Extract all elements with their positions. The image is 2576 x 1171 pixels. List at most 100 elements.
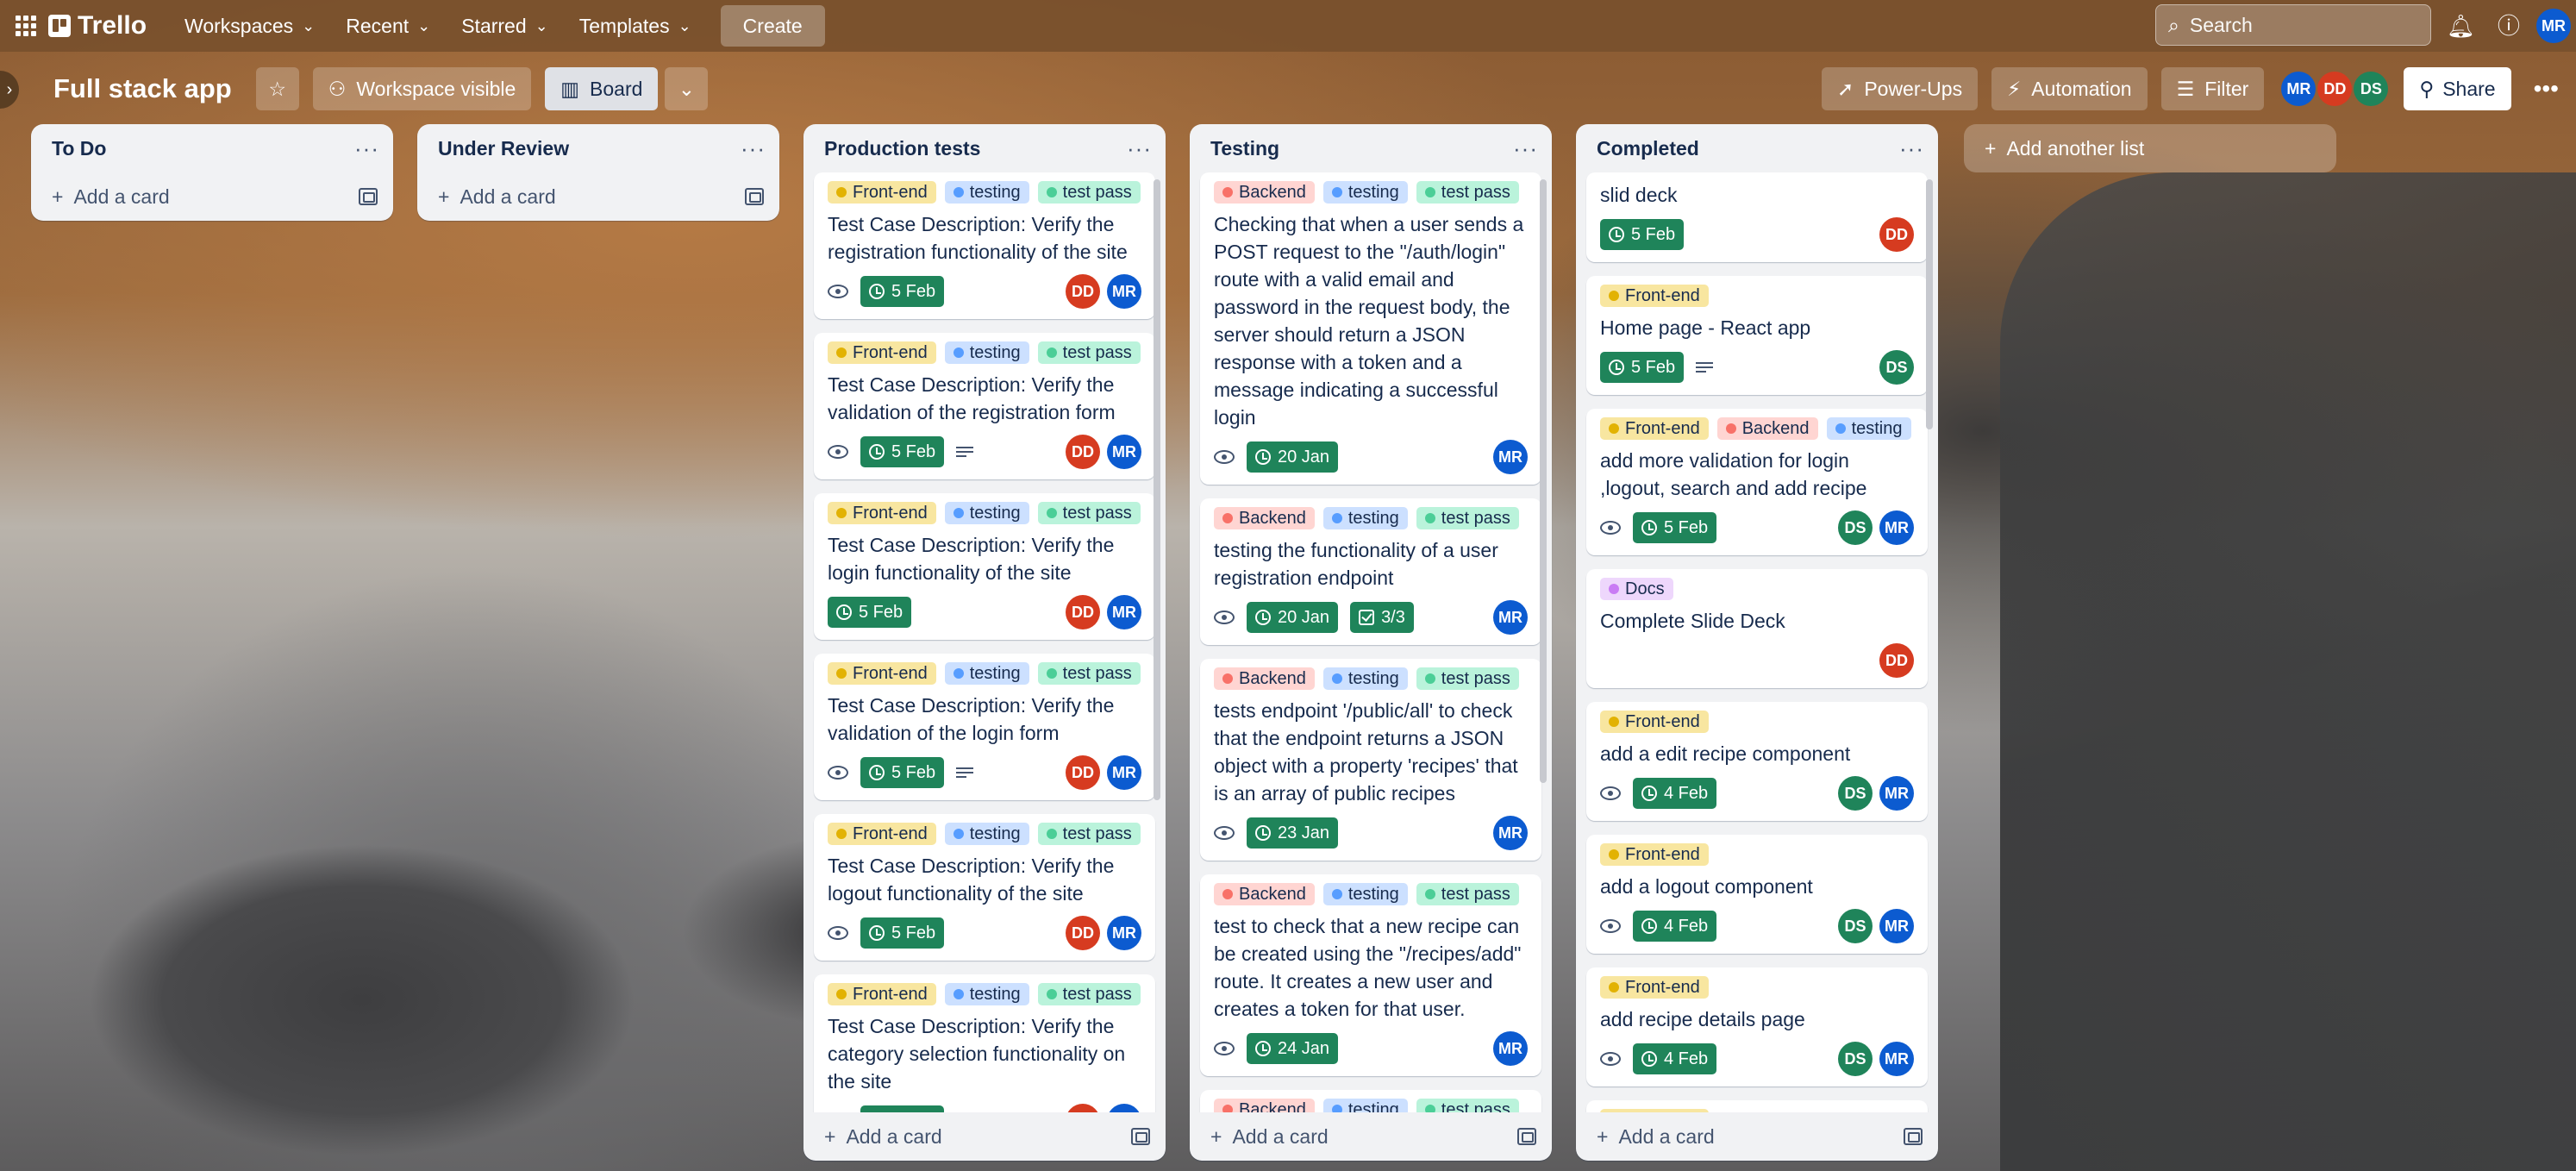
due-date-badge[interactable]: 5 Feb bbox=[1633, 512, 1717, 543]
share-button[interactable]: ⚲ Share bbox=[2404, 67, 2511, 110]
member-avatar[interactable]: MR bbox=[1493, 600, 1528, 635]
card[interactable]: Backend testing test pass Checking that whe… bbox=[1200, 172, 1541, 485]
card[interactable]: Docs Complete Slide Deck DD bbox=[1586, 569, 1928, 688]
member-avatar[interactable]: MR bbox=[1493, 816, 1528, 850]
card-label[interactable]: test pass bbox=[1416, 1099, 1519, 1112]
member-avatar[interactable]: MR bbox=[1107, 595, 1141, 629]
card-label[interactable]: Front-end bbox=[1600, 285, 1709, 307]
member-avatar[interactable]: DD bbox=[1066, 1104, 1100, 1112]
card-label[interactable]: Backend bbox=[1214, 181, 1315, 204]
member-avatar[interactable]: DD bbox=[1066, 595, 1100, 629]
list-title[interactable]: Under Review bbox=[438, 137, 569, 160]
help-icon[interactable]: ⓘ bbox=[2495, 12, 2523, 40]
card-label[interactable]: test pass bbox=[1037, 181, 1141, 204]
list-title[interactable]: To Do bbox=[52, 137, 106, 160]
views-dropdown-button[interactable]: ⌄ bbox=[665, 67, 709, 110]
list-menu-icon[interactable]: ··· bbox=[354, 135, 379, 162]
add-card-button[interactable]: + Add a card bbox=[438, 185, 556, 209]
card-label[interactable]: test pass bbox=[1037, 983, 1141, 1005]
card-label[interactable]: testing bbox=[1322, 181, 1408, 204]
card-label[interactable]: testing bbox=[944, 983, 1029, 1005]
member-avatar[interactable]: DD bbox=[1066, 274, 1100, 309]
member-avatar[interactable]: MR bbox=[1879, 1042, 1914, 1076]
add-card-button[interactable]: + Add a card bbox=[1597, 1125, 1715, 1149]
starred-menu[interactable]: Starred ⌄ bbox=[446, 7, 564, 45]
due-date-badge[interactable]: 4 Feb bbox=[1633, 1043, 1717, 1074]
due-date-badge[interactable]: 5 Feb bbox=[828, 597, 912, 628]
due-date-badge[interactable]: 24 Jan bbox=[1247, 1033, 1339, 1064]
due-date-badge[interactable]: 5 Feb bbox=[1600, 352, 1685, 383]
account-avatar[interactable]: MR bbox=[2536, 9, 2571, 43]
card-label[interactable]: test pass bbox=[1416, 883, 1519, 905]
due-date-badge[interactable]: 5 Feb bbox=[860, 276, 945, 307]
card-label[interactable]: Front-end bbox=[828, 502, 936, 524]
card-label[interactable]: Front-end bbox=[1600, 1109, 1709, 1112]
card[interactable]: Backend testing test pass test to check tha… bbox=[1200, 874, 1541, 1076]
card-label[interactable]: Backend bbox=[1214, 883, 1315, 905]
due-date-badge[interactable]: 23 Jan bbox=[1247, 817, 1339, 849]
card-label[interactable]: testing bbox=[944, 502, 1029, 524]
member-avatar[interactable]: MR bbox=[1879, 510, 1914, 545]
card[interactable]: Front-end testing test pass Test Case Descr… bbox=[814, 172, 1155, 319]
list-menu-icon[interactable]: ··· bbox=[1513, 135, 1538, 162]
card-label[interactable]: Front-end bbox=[828, 341, 936, 364]
card-label[interactable]: testing bbox=[944, 341, 1029, 364]
card-label[interactable]: test pass bbox=[1416, 181, 1519, 204]
member-avatar[interactable]: MR bbox=[1493, 440, 1528, 474]
add-another-list-button[interactable]: + Add another list bbox=[1964, 124, 2336, 172]
card-label[interactable]: Backend bbox=[1214, 667, 1315, 690]
card-label[interactable]: testing bbox=[1826, 417, 1911, 440]
card-label[interactable]: testing bbox=[1322, 883, 1408, 905]
member-avatar[interactable]: DS bbox=[1838, 909, 1873, 943]
card-label[interactable]: Backend bbox=[1214, 507, 1315, 529]
card-label[interactable]: Front-end bbox=[828, 662, 936, 685]
card-label[interactable]: Backend bbox=[1716, 417, 1818, 440]
board-menu-icon[interactable]: ••• bbox=[2534, 75, 2559, 103]
card-label[interactable]: Front-end bbox=[1600, 711, 1709, 733]
board-view-button[interactable]: ▥ Board bbox=[545, 67, 659, 110]
create-from-template-icon[interactable] bbox=[1904, 1128, 1923, 1145]
visibility-button[interactable]: ⚇ Workspace visible bbox=[312, 67, 532, 110]
star-board-button[interactable]: ☆ bbox=[255, 67, 299, 110]
search-input[interactable]: ⌕ Search bbox=[2155, 4, 2431, 46]
member-avatar[interactable]: MR bbox=[1879, 776, 1914, 811]
card[interactable]: Backend testing test pass bbox=[1200, 1090, 1541, 1112]
member-avatar[interactable]: DS bbox=[1838, 776, 1873, 811]
member-avatar[interactable]: MR bbox=[1493, 1031, 1528, 1066]
list-menu-icon[interactable]: ··· bbox=[1899, 135, 1924, 162]
due-date-badge[interactable]: 4 Feb bbox=[1633, 911, 1717, 942]
due-date-badge[interactable]: 5 Feb bbox=[1600, 219, 1685, 250]
create-from-template-icon[interactable] bbox=[745, 188, 764, 205]
card-label[interactable]: testing bbox=[1322, 667, 1408, 690]
member-avatar[interactable]: DS bbox=[1838, 510, 1873, 545]
card-label[interactable]: testing bbox=[944, 181, 1029, 204]
due-date-badge[interactable]: 5 Feb bbox=[860, 917, 945, 949]
member-avatar[interactable]: DD bbox=[1066, 916, 1100, 950]
list-scrollbar[interactable] bbox=[1540, 179, 1547, 783]
list-scrollbar[interactable] bbox=[1926, 179, 1933, 429]
card[interactable]: Front-end testing test pass Test Case Descr… bbox=[814, 974, 1155, 1112]
create-from-template-icon[interactable] bbox=[1517, 1128, 1536, 1145]
notifications-bell-icon[interactable]: 🔔︎ bbox=[2447, 12, 2475, 40]
card-label[interactable]: test pass bbox=[1037, 502, 1141, 524]
member-avatar[interactable]: DS bbox=[2354, 72, 2389, 106]
add-card-button[interactable]: + Add a card bbox=[824, 1125, 942, 1149]
member-avatar[interactable]: MR bbox=[1107, 435, 1141, 469]
member-avatar[interactable]: DD bbox=[1066, 435, 1100, 469]
list-title[interactable]: Completed bbox=[1597, 137, 1699, 160]
member-avatar[interactable]: DD bbox=[2317, 72, 2353, 106]
card[interactable]: Front-end Backend testing add more validati… bbox=[1586, 409, 1928, 555]
workspaces-menu[interactable]: Workspaces ⌄ bbox=[169, 7, 330, 45]
create-from-template-icon[interactable] bbox=[1131, 1128, 1150, 1145]
recent-menu[interactable]: Recent ⌄ bbox=[330, 7, 446, 45]
card[interactable]: Front-end add a edit recipe component 4 Fe… bbox=[1586, 702, 1928, 821]
due-date-badge[interactable]: 20 Jan bbox=[1247, 441, 1339, 473]
card-label[interactable]: test pass bbox=[1416, 667, 1519, 690]
member-avatar[interactable]: MR bbox=[1107, 916, 1141, 950]
card-label[interactable]: test pass bbox=[1037, 823, 1141, 845]
card-label[interactable]: Front-end bbox=[828, 181, 936, 204]
board-title[interactable]: Full stack app bbox=[53, 73, 232, 104]
card-label[interactable]: Front-end bbox=[828, 983, 936, 1005]
trello-logo[interactable]: Trello bbox=[48, 11, 147, 41]
create-button[interactable]: Create bbox=[720, 5, 825, 47]
